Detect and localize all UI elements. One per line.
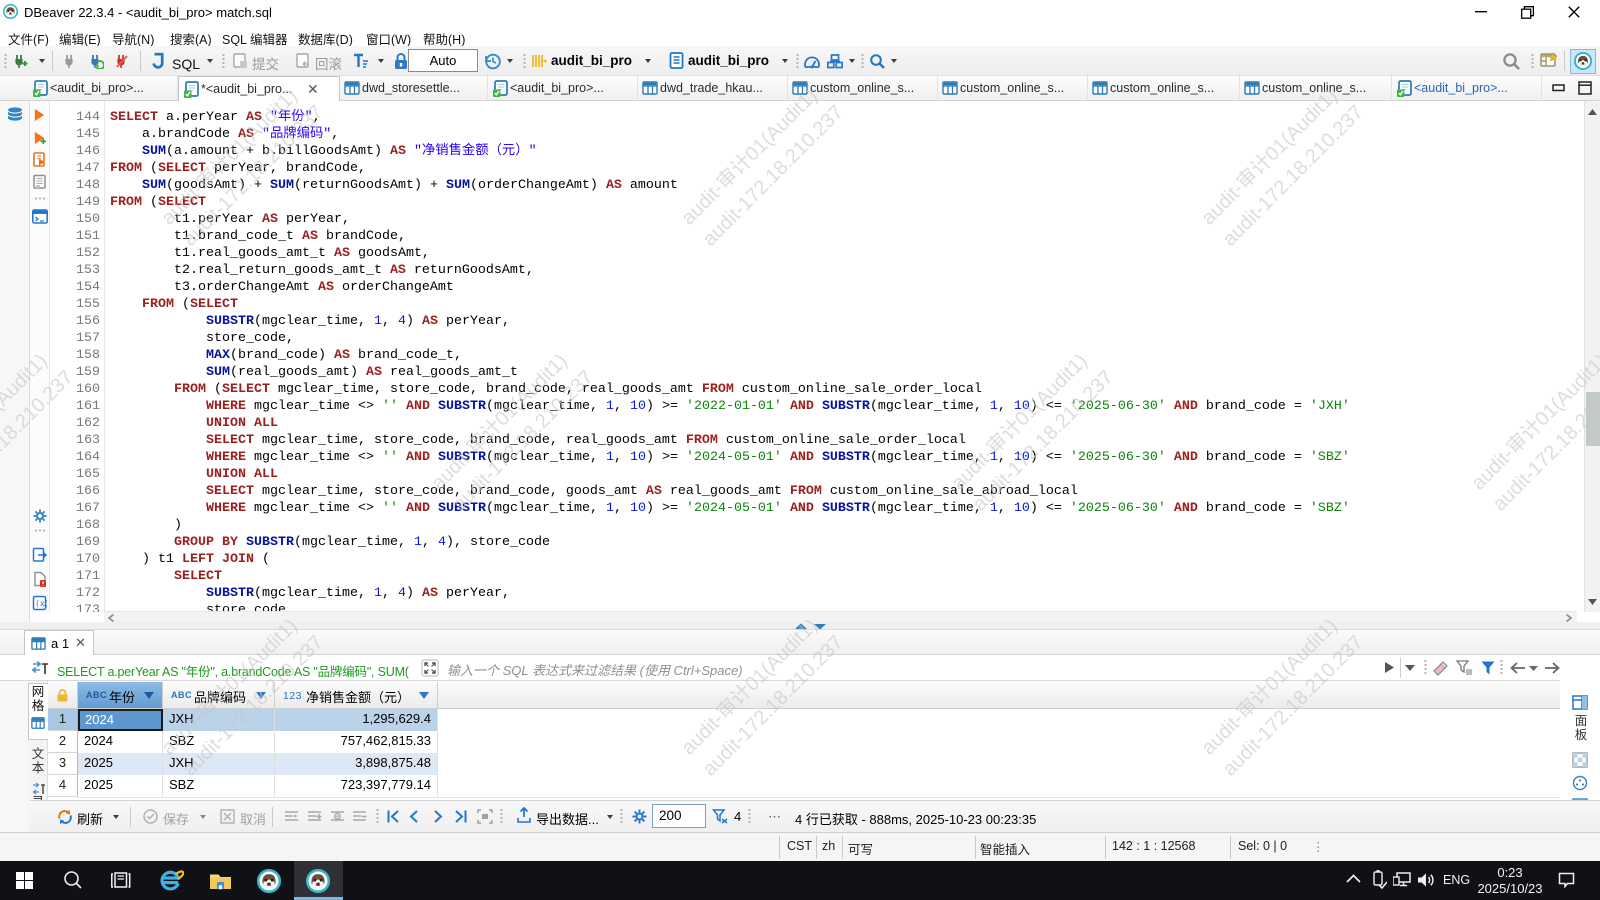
svg-text:(x): (x) [35, 599, 47, 608]
